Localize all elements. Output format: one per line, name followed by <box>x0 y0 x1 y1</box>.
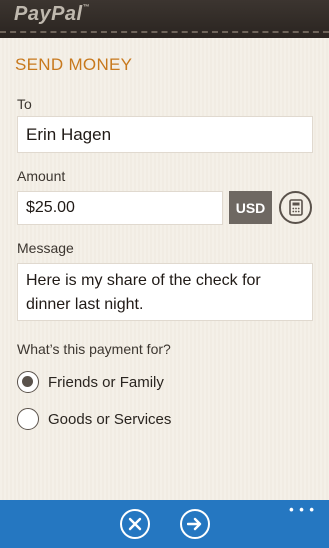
option-friends-family[interactable]: Friends or Family <box>17 371 164 393</box>
to-field[interactable]: Erin Hagen <box>17 116 313 153</box>
page-title: SEND MONEY <box>15 55 133 74</box>
currency-button[interactable]: USD <box>229 191 272 224</box>
message-text: Here is my share of the check for dinner… <box>26 269 261 317</box>
amount-value: $25.00 <box>26 199 75 216</box>
amount-label: Amount <box>17 168 66 184</box>
more-options-button[interactable]: • • • <box>289 502 315 517</box>
message-label: Message <box>17 240 74 256</box>
message-field[interactable]: Here is my share of the check for dinner… <box>17 263 313 321</box>
to-value: Erin Hagen <box>26 125 112 144</box>
message-line-2: dinner last night. <box>26 296 144 313</box>
purpose-label: What’s this payment for? <box>17 341 171 357</box>
amount-field[interactable]: $25.00 <box>17 191 223 225</box>
option-label: Goods or Services <box>48 410 172 428</box>
send-button[interactable] <box>180 509 210 539</box>
send-money-page: SEND MONEY To Erin Hagen Amount $25.00 U… <box>0 38 329 500</box>
cancel-button[interactable] <box>120 509 150 539</box>
to-label: To <box>17 96 32 112</box>
arrow-right-icon <box>187 517 202 531</box>
calculator-icon <box>288 199 303 216</box>
radio-button[interactable] <box>17 408 39 430</box>
paypal-logo: PayPal™ <box>14 3 91 25</box>
calculator-button[interactable] <box>279 191 312 224</box>
message-line-1: Here is my share of the check for <box>26 272 261 289</box>
close-icon <box>128 517 142 531</box>
radio-button-selected[interactable] <box>17 371 39 393</box>
app-bar: • • • <box>0 500 329 548</box>
app-header: PayPal™ <box>0 0 329 38</box>
header-stitch-divider <box>0 31 329 33</box>
option-goods-services[interactable]: Goods or Services <box>17 408 171 430</box>
option-label: Friends or Family <box>48 373 164 391</box>
